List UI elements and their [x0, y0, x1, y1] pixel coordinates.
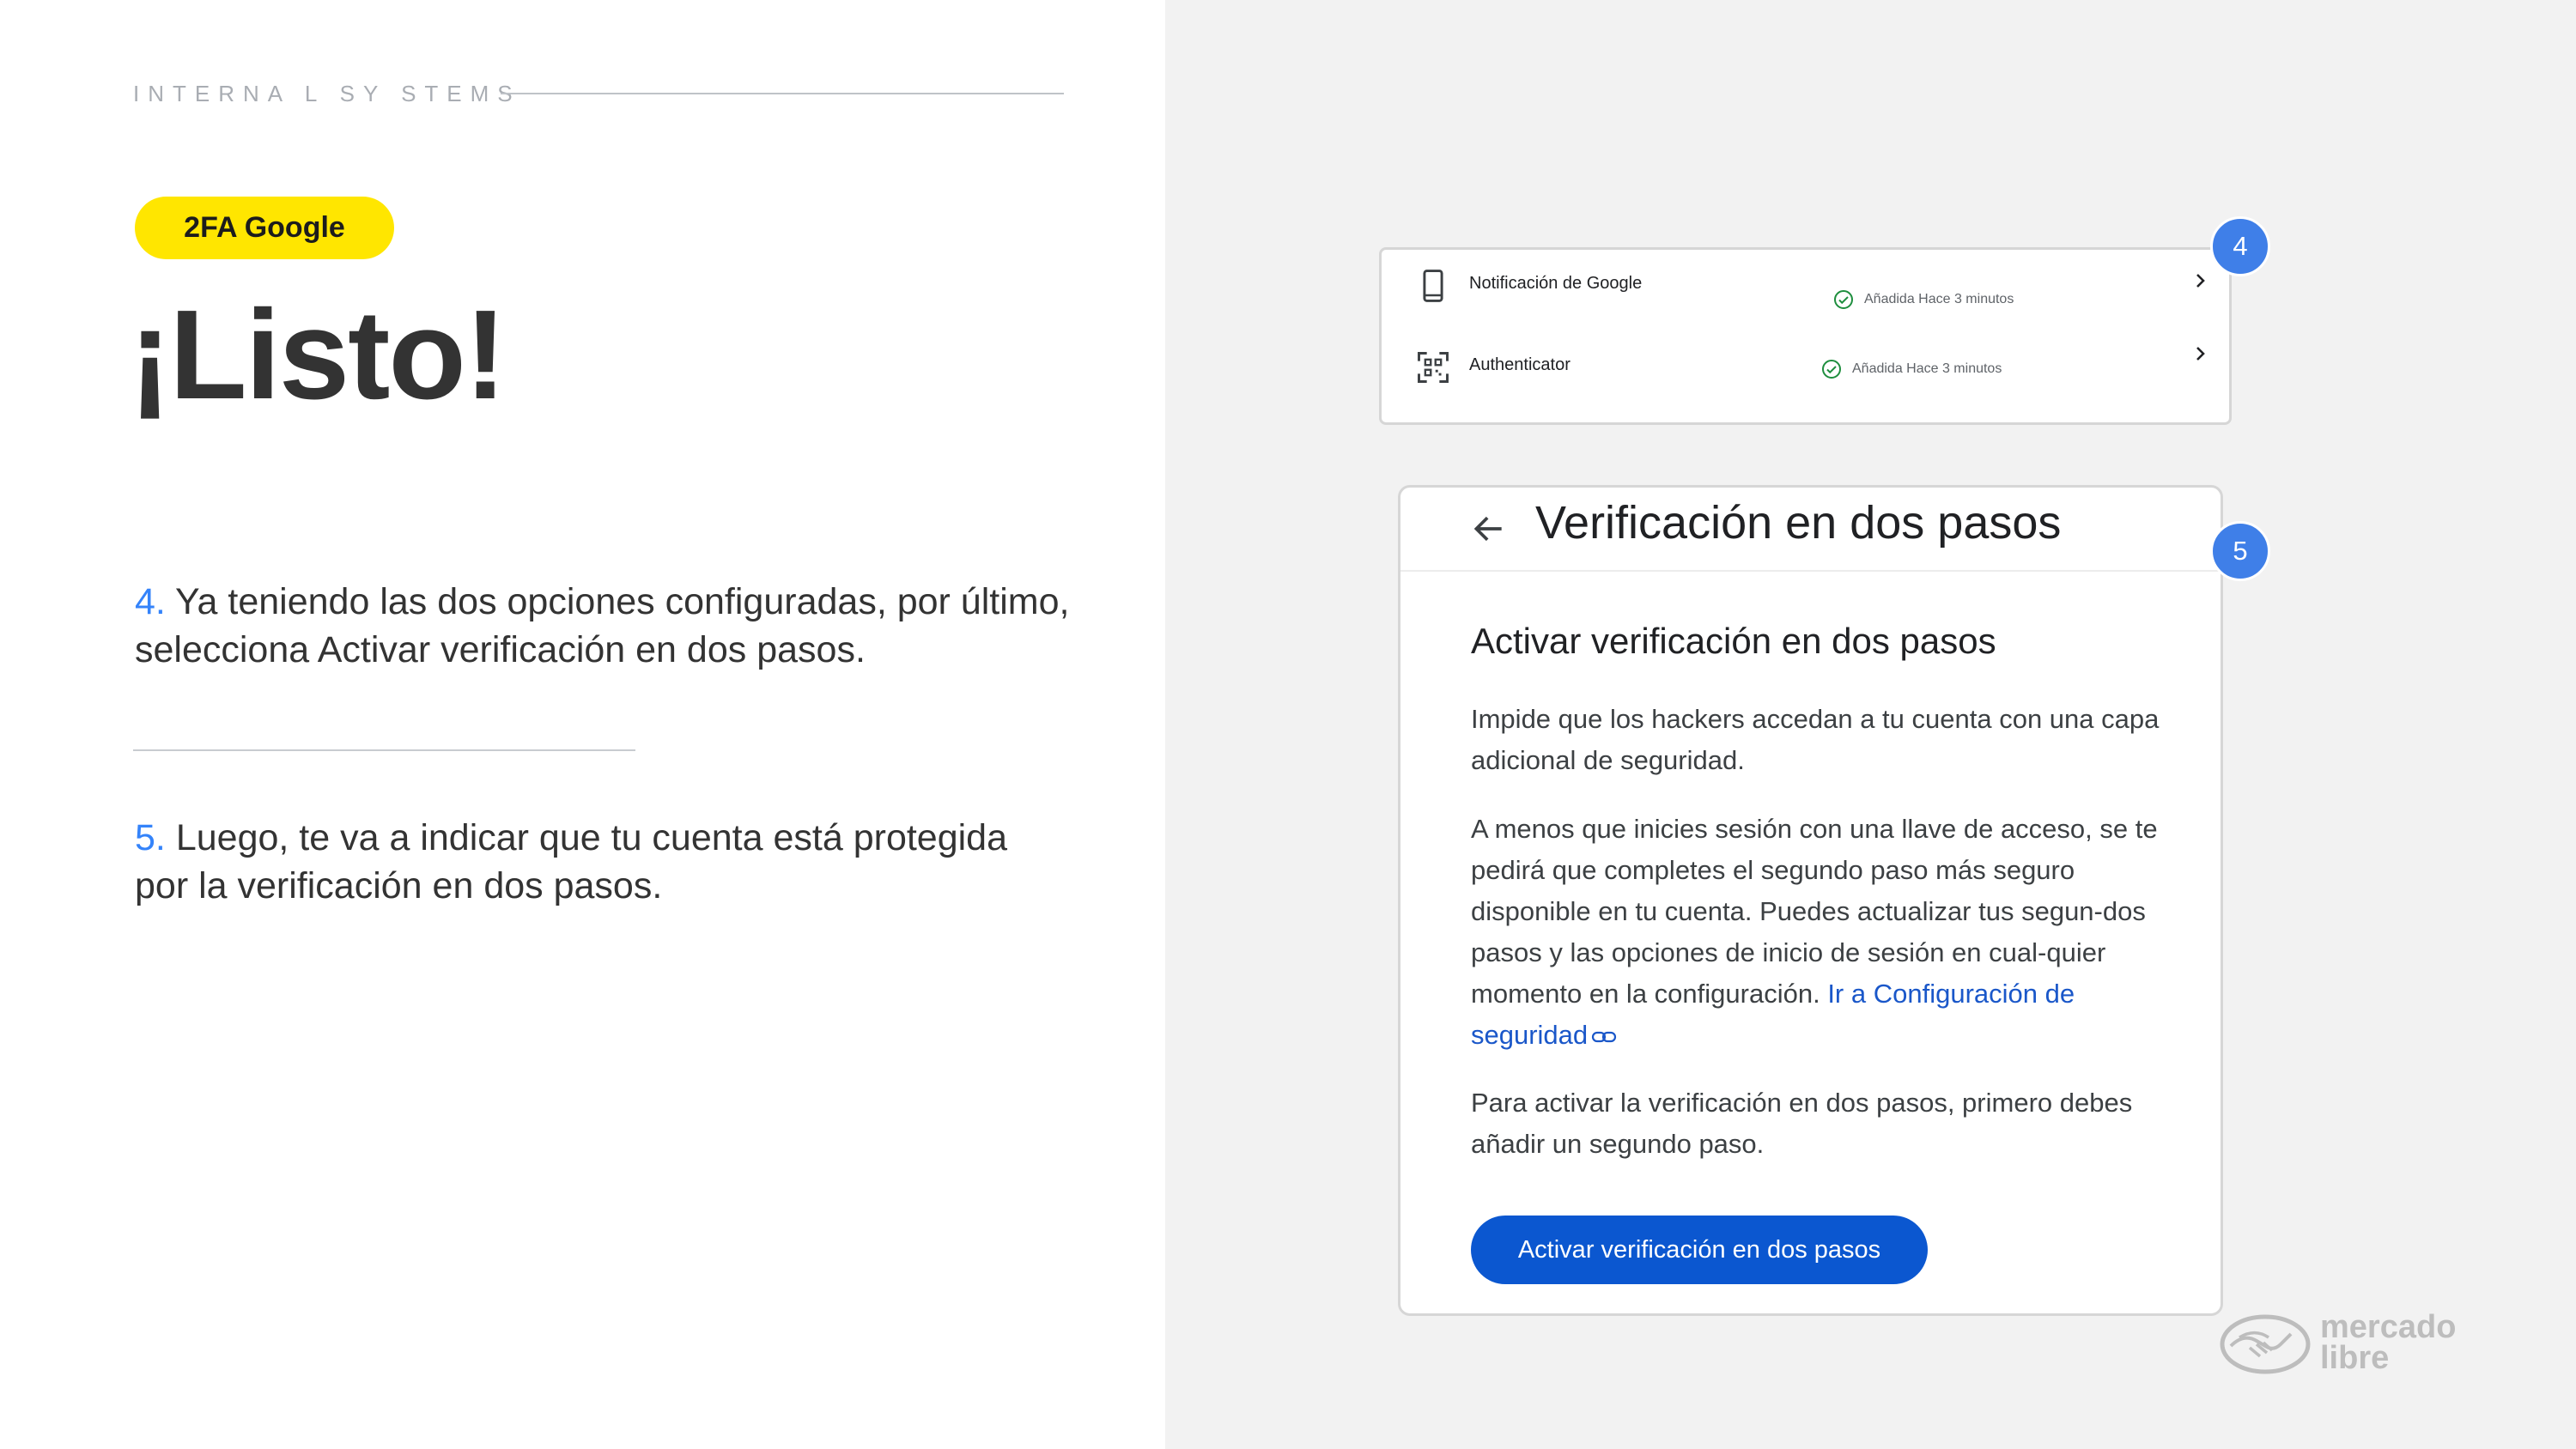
auth-method-row-authenticator[interactable]: Authenticator Añadida Hace 3 minutos [1382, 342, 2229, 393]
check-circle-icon [1822, 360, 1841, 379]
step-4-body: Ya teniendo las dos opciones configurada… [135, 581, 1070, 670]
auth-method-name: Notificación de Google [1469, 274, 1643, 293]
divider [133, 749, 635, 751]
back-arrow-icon[interactable] [1470, 510, 1508, 548]
mercado-libre-logo: mercado libre [2219, 1310, 2468, 1379]
auth-method-status-text: Añadida Hace 3 minutos [1852, 361, 2002, 376]
auth-method-status: Añadida Hace 3 minutos [1833, 289, 2014, 310]
two-step-verification-card: Verificación en dos pasos Activar verifi… [1398, 485, 2223, 1316]
header-rule [501, 93, 1064, 94]
activate-2sv-button[interactable]: Activar verificación en dos pasos [1471, 1216, 1928, 1284]
step-5-number: 5. [135, 817, 166, 858]
step-5-body: Luego, te va a indicar que tu cuenta est… [135, 817, 1008, 906]
link-icon [1592, 1031, 1617, 1042]
left-panel: INTERNA L SY STEMS 2FA Google ¡Listo! 4.… [0, 0, 1165, 1449]
card-title: Verificación en dos pasos [1535, 497, 2062, 549]
step-4-number: 4. [135, 581, 166, 622]
auth-method-name: Authenticator [1469, 355, 1571, 374]
auth-method-status-text: Añadida Hace 3 minutos [1864, 292, 2014, 306]
auth-method-row-google-prompt[interactable]: Notificación de Google Añadida Hace 3 mi… [1382, 260, 2229, 312]
qr-code-icon [1418, 352, 1449, 383]
brand-line-2: libre [2320, 1340, 2390, 1376]
step-4-text: 4. Ya teniendo las dos opciones configur… [135, 578, 1071, 674]
card-header: Verificación en dos pasos [1400, 488, 2221, 572]
step-5-badge: 5 [2210, 521, 2270, 581]
handshake-logo-icon [2220, 1314, 2311, 1374]
tag-pill: 2FA Google [135, 197, 394, 259]
card-paragraph-3: Para activar la verificación en dos paso… [1471, 1088, 2133, 1159]
chevron-right-icon [2196, 347, 2205, 361]
card-paragraph-1: Impide que los hackers accedan a tu cuen… [1471, 704, 2160, 775]
chevron-right-icon [2196, 274, 2205, 288]
phone-icon [1423, 270, 1443, 302]
card-heading: Activar verificación en dos pasos [1471, 621, 1996, 661]
auth-method-status: Añadida Hace 3 minutos [1821, 359, 2002, 379]
card-paragraph-2: A menos que inicies sesión con una llave… [1471, 809, 2171, 1056]
section-label: INTERNA L SY STEMS [133, 81, 521, 106]
page-title: ¡Listo! [129, 284, 507, 426]
step-5-text: 5. Luego, te va a indicar que tu cuenta … [135, 814, 1071, 910]
step-4-badge: 4 [2210, 216, 2270, 276]
check-circle-icon [1834, 290, 1853, 309]
auth-methods-card: Notificación de Google Añadida Hace 3 mi… [1379, 247, 2232, 425]
brand-wordmark: mercado libre [2320, 1309, 2457, 1376]
brand-line-1: mercado [2320, 1309, 2457, 1345]
